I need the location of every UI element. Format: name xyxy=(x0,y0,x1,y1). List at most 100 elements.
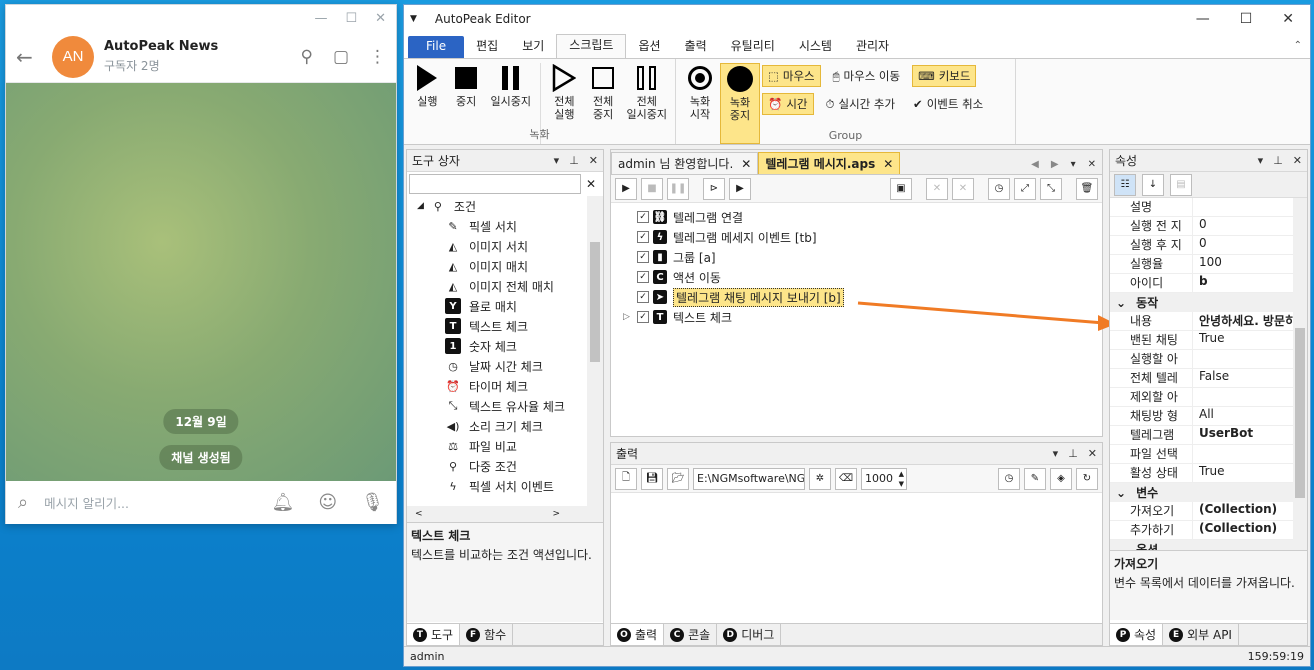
property-value[interactable]: (Collection) xyxy=(1193,521,1277,539)
close-tab-icon[interactable]: ✕ xyxy=(741,157,751,171)
toolbox-item[interactable]: ◭ 이미지 서치 xyxy=(417,236,603,256)
action-row[interactable]: ✓ ϟ 텔레그램 메세지 이벤트 [tb] xyxy=(623,227,1102,247)
tab-output[interactable]: O 출력 xyxy=(611,624,665,645)
attach-icon[interactable]: ⌕ xyxy=(18,492,28,513)
action-row[interactable]: ✓ ▮ 그룹 [a] xyxy=(623,247,1102,267)
property-value[interactable]: (Collection) xyxy=(1193,502,1277,520)
property-value[interactable]: UserBot xyxy=(1193,426,1253,444)
scrollbar-thumb[interactable] xyxy=(1295,328,1305,498)
maximize-button[interactable]: ☐ xyxy=(345,11,357,26)
close-icon[interactable]: ✕ xyxy=(1293,154,1302,167)
eraser-button[interactable]: ⌫ xyxy=(835,467,857,490)
pin-icon[interactable]: ⊥ xyxy=(569,154,579,167)
microphone-icon[interactable]: 🎙︎ xyxy=(361,492,384,513)
tab-debug[interactable]: D 디버그 xyxy=(717,624,782,645)
property-value[interactable] xyxy=(1193,445,1199,463)
trash-button[interactable]: 🗑︎ xyxy=(1076,177,1098,200)
toolbox-item[interactable]: ⚖ 파일 비교 xyxy=(417,436,603,456)
message-input[interactable]: 메시지 알리기... xyxy=(44,493,129,512)
refresh-button[interactable]: ↻ xyxy=(1076,467,1098,490)
expand-icon[interactable]: ▷ xyxy=(623,312,637,322)
keyboard-toggle[interactable]: ⌨ 키보드 xyxy=(912,65,977,87)
tab-prev-icon[interactable]: ◀ xyxy=(1031,159,1039,170)
chat-discussion-icon[interactable]: ▢ xyxy=(333,47,349,67)
action-checkbox[interactable]: ✓ xyxy=(637,311,649,323)
property-row[interactable]: 가져오기 (Collection) xyxy=(1110,502,1307,521)
property-value[interactable]: True xyxy=(1193,464,1225,482)
toolbox-item[interactable]: T 텍스트 체크 xyxy=(417,316,603,336)
property-row[interactable]: 전체 텔레 False xyxy=(1110,369,1307,388)
fill-button[interactable]: ◈ xyxy=(1050,467,1072,490)
run-from-button[interactable]: ⊳ xyxy=(703,177,725,200)
brush-button[interactable]: ✎ xyxy=(1024,467,1046,490)
toolbox-scrollbar[interactable] xyxy=(587,196,603,506)
action-row[interactable]: ✓ C 액션 이동 xyxy=(623,267,1102,287)
property-row[interactable]: 채팅방 형 All xyxy=(1110,407,1307,426)
toolbox-item[interactable]: ⚲ 다중 조건 xyxy=(417,456,603,476)
script-pause-button[interactable]: ❚❚ xyxy=(667,177,689,200)
action-checkbox[interactable]: ✓ xyxy=(637,231,649,243)
category-action[interactable]: ⌄ 동작 xyxy=(1110,293,1307,312)
tab-tools[interactable]: T 도구 xyxy=(407,624,461,645)
close-doc-icon[interactable]: ✕ xyxy=(1088,159,1096,170)
alphabetical-button[interactable]: ↓ xyxy=(1142,173,1164,196)
property-row[interactable]: 추가하기 (Collection) xyxy=(1110,521,1307,540)
open-folder-button[interactable]: 📂︎ xyxy=(667,467,689,490)
property-row[interactable]: 실행 후 지0 xyxy=(1110,236,1307,255)
categorized-button[interactable]: ☷ xyxy=(1114,173,1136,196)
toolbox-hscrollbar[interactable]: < > xyxy=(407,506,603,522)
search-icon[interactable]: ⚲ xyxy=(300,47,312,67)
property-value[interactable] xyxy=(1193,350,1199,368)
action-checkbox[interactable]: ✓ xyxy=(637,211,649,223)
menu-admin[interactable]: 관리자 xyxy=(844,36,901,58)
category-variables[interactable]: ⌄ 변수 xyxy=(1110,483,1307,502)
close-button[interactable]: ✕ xyxy=(1282,11,1294,27)
property-value[interactable]: True xyxy=(1193,331,1225,349)
menu-edit[interactable]: 편집 xyxy=(464,36,510,58)
pin-icon[interactable]: ⊥ xyxy=(1068,447,1078,460)
system-menu-icon[interactable]: ▼ xyxy=(410,14,417,24)
property-row[interactable]: 실행할 아 xyxy=(1110,350,1307,369)
close-icon[interactable]: ✕ xyxy=(1088,447,1097,460)
property-row[interactable]: 밴된 채팅 True xyxy=(1110,331,1307,350)
emoji-icon[interactable]: ☺ xyxy=(318,492,337,513)
menu-script[interactable]: 스크립트 xyxy=(556,34,627,58)
timer-button[interactable]: ◷ xyxy=(988,177,1010,200)
ribbon-collapse-icon[interactable]: ⌃ xyxy=(1294,40,1302,51)
image-button[interactable]: ▣ xyxy=(890,177,912,200)
toolbox-item[interactable]: ✎ 픽셀 서치 xyxy=(417,216,603,236)
tab-welcome[interactable]: admin 님 환영합니다. ✕ xyxy=(611,152,759,174)
run-selected-button[interactable]: ▶ xyxy=(729,177,751,200)
property-value[interactable] xyxy=(1193,388,1199,406)
property-row[interactable]: 설명 xyxy=(1110,198,1307,217)
toolbox-item[interactable]: 1 숫자 체크 xyxy=(417,336,603,356)
property-value[interactable]: False xyxy=(1193,369,1229,387)
back-arrow-icon[interactable]: ← xyxy=(16,45,52,69)
new-log-button[interactable]: 🗋︎ xyxy=(615,467,637,490)
clock-button[interactable]: ◷ xyxy=(998,467,1020,490)
property-row[interactable]: 텔레그램 UserBot xyxy=(1110,426,1307,445)
script-stop-button[interactable]: ■ xyxy=(641,177,663,200)
category-options[interactable]: ⌄ 옵션 xyxy=(1110,540,1307,550)
property-row[interactable]: 실행율 100 xyxy=(1110,255,1307,274)
property-value[interactable] xyxy=(1193,198,1199,216)
bell-icon[interactable]: 🔔︎ xyxy=(272,492,295,513)
tab-list-icon[interactable]: ▾ xyxy=(1071,159,1076,170)
action-row[interactable]: ✓ ⛓ 텔레그램 연결 xyxy=(623,207,1102,227)
delete-a-button[interactable]: ✕ xyxy=(926,177,948,200)
mouse-move-toggle[interactable]: 🖱︎ 마우스 이동 xyxy=(827,65,906,87)
delete-b-button[interactable]: ✕ xyxy=(952,177,974,200)
minimize-button[interactable]: — xyxy=(1196,11,1210,27)
menu-view[interactable]: 보기 xyxy=(510,36,556,58)
toolbox-item[interactable]: ◷ 날짜 시간 체크 xyxy=(417,356,603,376)
tab-next-icon[interactable]: ▶ xyxy=(1051,159,1059,170)
toolbox-item[interactable]: ⤡ 텍스트 유사율 체크 xyxy=(417,396,603,416)
tree-root-condition[interactable]: ◢ ⚲ 조건 xyxy=(417,196,603,216)
tab-script[interactable]: 텔레그램 메시지.aps ✕ xyxy=(758,152,901,174)
more-menu-icon[interactable]: ⋮ xyxy=(369,47,386,67)
toolbox-item[interactable]: ⏰ 타이머 체크 xyxy=(417,376,603,396)
property-value[interactable]: 100 xyxy=(1193,255,1222,273)
toolbox-item[interactable]: ϟ 픽셀 서치 이벤트 xyxy=(417,476,603,496)
expand-button[interactable]: ⤢ xyxy=(1014,177,1036,200)
dropdown-icon[interactable]: ▾ xyxy=(1258,154,1264,167)
